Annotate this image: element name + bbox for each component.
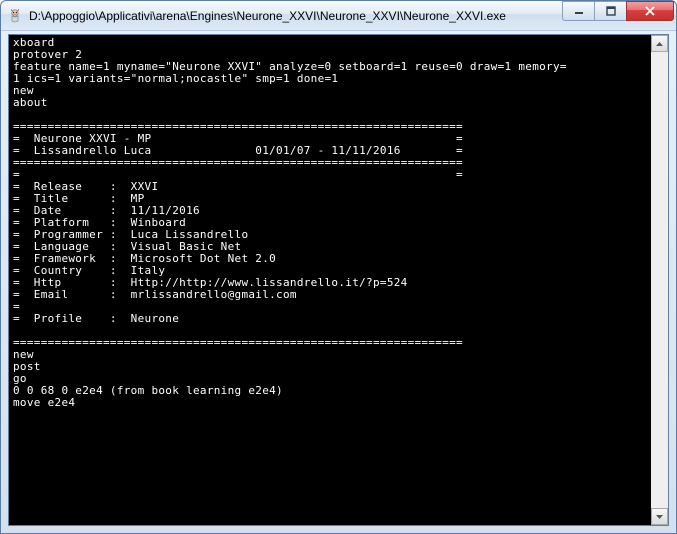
- minimize-button[interactable]: [562, 1, 595, 21]
- console-area: xboard protover 2 feature name=1 myname=…: [8, 34, 669, 526]
- close-button[interactable]: [626, 1, 674, 21]
- scroll-up-button[interactable]: [651, 35, 668, 52]
- window-controls: [563, 1, 674, 21]
- console-output: xboard protover 2 feature name=1 myname=…: [9, 35, 668, 411]
- maximize-button[interactable]: [594, 1, 627, 21]
- vertical-scrollbar[interactable]: [651, 35, 668, 525]
- scroll-track[interactable]: [651, 52, 668, 508]
- scroll-down-button[interactable]: [651, 508, 668, 525]
- window-title: D:\Appoggio\Applicativi\arena\Engines\Ne…: [29, 9, 563, 23]
- app-icon: [7, 8, 23, 24]
- app-window: D:\Appoggio\Applicativi\arena\Engines\Ne…: [0, 0, 677, 534]
- titlebar[interactable]: D:\Appoggio\Applicativi\arena\Engines\Ne…: [1, 1, 676, 31]
